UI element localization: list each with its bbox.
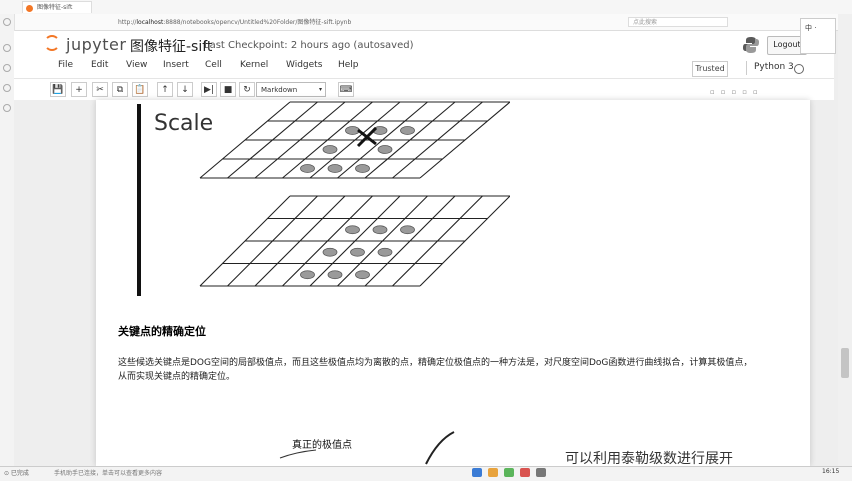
python-logo-icon [743,37,759,53]
browser-tab[interactable]: 图像特征-sift [22,1,92,13]
neighbor-point-marker [327,270,343,280]
ime-toolbar[interactable]: 中 · [800,18,836,54]
jupyter-favicon-icon [26,5,33,12]
divider [14,78,834,79]
taskbar-app-icon[interactable] [488,468,498,477]
save-button[interactable]: 💾 [50,82,66,97]
menu-kernel[interactable]: Kernel [240,60,268,70]
handwritten-annotation: 可以利用泰勒级数进行展开 [565,451,733,466]
neighbor-point-marker [355,164,370,173]
neighbor-point-marker [377,247,393,257]
neighbor-point-marker [300,270,315,280]
menu-file[interactable]: File [58,60,73,70]
chevron-down-icon: ▾ [318,86,322,93]
neighbor-point-marker [400,126,415,135]
neighbor-point-marker [322,247,338,257]
upper-scale-grid [199,101,510,179]
dog-scale-space-figure: Scale [137,101,510,296]
copy-button[interactable]: ⧉ [112,82,128,97]
neighbor-point-marker [400,225,415,235]
restart-button[interactable]: ↻ [239,82,255,97]
clock: 16:15 [822,468,840,475]
taskbar-app-icon[interactable] [504,468,514,477]
browser-sidebar [0,14,15,466]
sidebar-history-icon[interactable] [3,64,11,72]
move-down-button[interactable]: ↓ [177,82,193,97]
menu-cell[interactable]: Cell [205,60,222,70]
interrupt-button[interactable]: ■ [220,82,236,97]
trusted-indicator[interactable]: Trusted [692,61,728,77]
keypoint-cross-icon [356,126,378,148]
browser-tab-bar [0,0,852,15]
menu-edit[interactable]: Edit [91,60,108,70]
neighbor-point-marker [322,145,338,154]
paragraph-line: 从而实现关键点的精确定位。 [118,372,236,382]
neighbor-point-marker [327,164,343,173]
checkpoint-status: Last Checkpoint: 2 hours ago (autosaved) [204,40,414,51]
move-up-button[interactable]: ↑ [157,82,173,97]
taskbar-app-icon[interactable] [520,468,530,477]
notification-text[interactable]: 手机助手已连接，单击可以查看更多内容 [54,468,162,477]
paragraph-line: 这些候选关键点是DOG空间的局部极值点，而且这些极值点均为离散的点，精确定位极值… [118,358,753,368]
sidebar-favorite-icon[interactable] [3,44,11,52]
neighbor-point-marker [345,225,360,235]
cell-type-select[interactable]: Markdown ▾ [256,82,326,97]
page-scrollbar[interactable] [838,14,852,466]
sidebar-download-icon[interactable] [3,84,11,92]
scale-label: Scale [154,111,213,136]
status-text: ⊙ 已完成 [4,470,29,477]
neighbor-point-marker [377,145,393,154]
notebook-title[interactable]: 图像特征-sift [130,36,212,56]
browser-tab-title: 图像特征-sift [37,4,73,11]
scrollbar-thumb[interactable] [841,348,849,378]
taskbar-app-icon[interactable] [536,468,546,477]
section-heading: 关键点的精确定位 [118,325,206,338]
jupyter-logo-text[interactable]: jupyter [66,35,126,54]
menu-view[interactable]: View [126,60,147,70]
paste-button[interactable]: 📋 [132,82,148,97]
insert-cell-button[interactable]: + [71,82,87,97]
neighbor-point-marker [372,225,388,235]
neighbor-point-marker [355,270,370,280]
neighbor-point-marker [345,126,360,135]
menu-widgets[interactable]: Widgets [286,60,322,70]
keyboard-shortcuts-button[interactable]: ⌨ [338,82,354,97]
url-text[interactable]: http://localhost:8888/notebooks/opencv/U… [118,17,351,26]
menu-insert[interactable]: Insert [163,60,189,70]
lower-scale-grid [199,195,510,287]
neighbor-point-marker [300,164,315,173]
true-extremum-label: 真正的极值点 [292,440,352,451]
taskbar-app-icon[interactable] [472,468,482,477]
kernel-name[interactable]: Python 3 [754,62,794,72]
cell-toolbar-icons[interactable]: ▫▫▫▫▫ [710,88,764,96]
browser-search-input[interactable]: 点此搜索 [628,17,728,27]
neighbor-point-marker [350,247,365,257]
run-button[interactable]: ▶| [201,82,217,97]
sidebar-notes-icon[interactable] [3,104,11,112]
cut-button[interactable]: ✂ [92,82,108,97]
sidebar-browser-icon[interactable] [3,18,11,26]
menu-help[interactable]: Help [338,60,359,70]
divider [746,61,747,75]
kernel-idle-icon [794,64,804,74]
